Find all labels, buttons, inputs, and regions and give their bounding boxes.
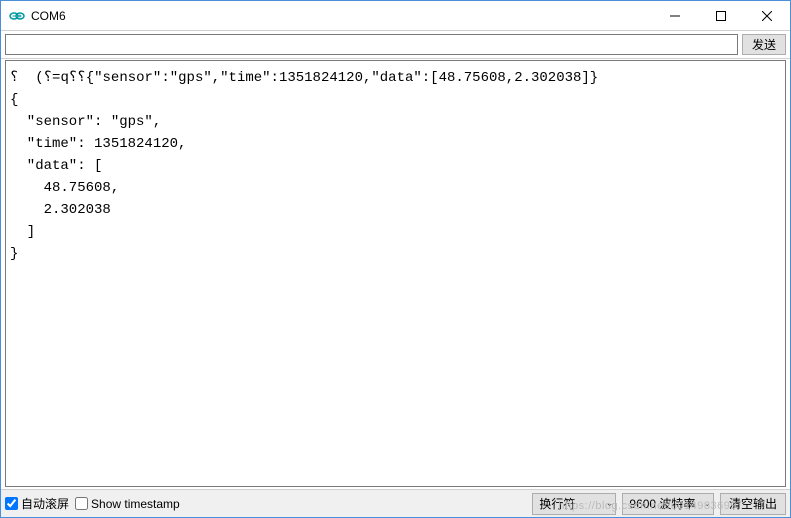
timestamp-input[interactable] (75, 497, 88, 510)
minimize-button[interactable] (652, 1, 698, 30)
timestamp-label: Show timestamp (91, 497, 180, 511)
app-window: COM6 发送 ⸮ (⸮=q⸮⸮{"sensor":"gps","time":1… (0, 0, 791, 518)
serial-console[interactable]: ⸮ (⸮=q⸮⸮{"sensor":"gps","time":135182412… (5, 60, 786, 487)
window-controls (652, 1, 790, 30)
bottom-bar: 自动滚屏 Show timestamp 换行符 ⌄ 9600 波特率 ⌄ 清空输… (1, 489, 790, 517)
serial-input[interactable] (5, 34, 738, 55)
autoscroll-checkbox[interactable]: 自动滚屏 (5, 495, 69, 512)
autoscroll-input[interactable] (5, 497, 18, 510)
close-button[interactable] (744, 1, 790, 30)
titlebar: COM6 (1, 1, 790, 31)
arduino-icon (9, 8, 25, 24)
send-row: 发送 (1, 31, 790, 59)
chevron-down-icon: ⌄ (606, 498, 614, 509)
baud-rate-label: 9600 波特率 (629, 495, 695, 512)
window-title: COM6 (31, 9, 652, 23)
autoscroll-label: 自动滚屏 (21, 495, 69, 512)
baud-rate-select[interactable]: 9600 波特率 ⌄ (622, 493, 714, 515)
line-ending-label: 换行符 (539, 495, 597, 512)
send-button[interactable]: 发送 (742, 34, 786, 55)
timestamp-checkbox[interactable]: Show timestamp (75, 497, 180, 511)
maximize-button[interactable] (698, 1, 744, 30)
chevron-down-icon: ⌄ (703, 498, 711, 509)
line-ending-select[interactable]: 换行符 ⌄ (532, 493, 616, 515)
clear-output-button[interactable]: 清空输出 (720, 493, 786, 515)
